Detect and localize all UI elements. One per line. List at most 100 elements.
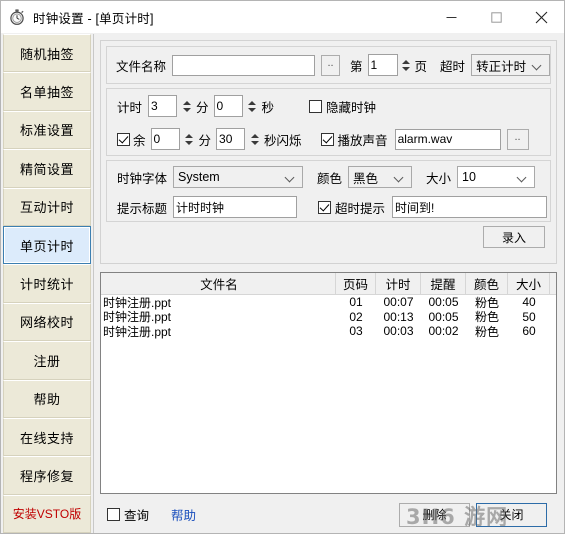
column-header-alert[interactable]: 提醒 bbox=[421, 273, 466, 294]
column-header-page[interactable]: 页码 bbox=[336, 273, 376, 294]
query-checkbox[interactable] bbox=[107, 508, 120, 521]
browse-sound-button[interactable]: .. bbox=[506, 128, 529, 150]
filename-label: 文件名称 bbox=[116, 59, 167, 74]
cell-page: 01 bbox=[349, 295, 363, 310]
sidebar: 随机抽签 名单抽签 标准设置 精简设置 互动计时 单页计时 计时统计 网络校时 … bbox=[1, 34, 94, 534]
font-select-value: System bbox=[178, 170, 220, 184]
tip-title-input[interactable] bbox=[173, 196, 298, 218]
cell-alert: 00:05 bbox=[428, 295, 459, 310]
sidebar-item-label: 在线支持 bbox=[19, 430, 74, 446]
window-controls bbox=[429, 1, 564, 33]
sidebar-item-random-draw[interactable]: 随机抽签 bbox=[3, 34, 91, 73]
sidebar-item-label: 精简设置 bbox=[19, 161, 74, 177]
records-listview[interactable]: 文件名 页码 计时 提醒 颜色 大小 时钟注册.ppt 01 00:07 00:… bbox=[100, 272, 557, 494]
count-minutes-stepper[interactable] bbox=[180, 95, 193, 117]
maximize-button[interactable] bbox=[474, 1, 519, 33]
sidebar-item-list-draw[interactable]: 名单抽签 bbox=[3, 72, 91, 111]
count-seconds-input[interactable] bbox=[213, 95, 243, 117]
title-bar: 时钟设置 - [单页计时] bbox=[1, 1, 564, 34]
column-header-color[interactable]: 颜色 bbox=[466, 273, 508, 294]
font-select[interactable]: System bbox=[173, 166, 304, 188]
main-content: 文件名称 .. 第 页 超时 转正计时 bbox=[94, 34, 564, 533]
sidebar-item-standard-settings[interactable]: 标准设置 bbox=[3, 110, 91, 150]
sidebar-item-label: 随机抽签 bbox=[19, 46, 74, 62]
hide-clock-checkbox[interactable] bbox=[309, 99, 323, 113]
sidebar-item-program-repair[interactable]: 程序修复 bbox=[3, 456, 91, 495]
page-number-stepper[interactable] bbox=[401, 54, 412, 76]
column-header-filename[interactable]: 文件名 bbox=[101, 273, 336, 294]
sidebar-item-install-vsto[interactable]: 安装VSTO版 bbox=[3, 494, 91, 534]
remain-minutes-stepper[interactable] bbox=[183, 128, 196, 150]
sidebar-item-label: 注册 bbox=[33, 353, 61, 369]
browse-file-button[interactable]: .. bbox=[321, 54, 340, 76]
cell-size: 40 bbox=[522, 295, 536, 310]
count-second-label: 秒 bbox=[261, 100, 275, 115]
cell-size: 60 bbox=[522, 324, 536, 339]
close-dialog-button[interactable]: 关闭 bbox=[476, 502, 547, 527]
sound-file-input[interactable] bbox=[394, 128, 501, 150]
help-link[interactable]: 帮助 bbox=[171, 505, 196, 524]
sidebar-item-help[interactable]: 帮助 bbox=[3, 379, 91, 418]
sidebar-item-timing-statistics[interactable]: 计时统计 bbox=[3, 264, 91, 303]
cell-alert: 00:02 bbox=[428, 324, 459, 339]
column-header-timer[interactable]: 计时 bbox=[376, 273, 421, 294]
chevron-down-icon bbox=[518, 173, 527, 182]
color-label: 颜色 bbox=[317, 171, 343, 186]
remain-checkbox[interactable] bbox=[117, 132, 130, 146]
remain-seconds-stepper[interactable] bbox=[248, 128, 261, 150]
remain-minute-label: 分 bbox=[198, 133, 212, 148]
stopwatch-icon bbox=[10, 9, 24, 25]
remain-minutes-input[interactable] bbox=[150, 128, 180, 150]
color-select-value: 黑色 bbox=[353, 171, 379, 186]
size-select[interactable]: 10 bbox=[457, 166, 536, 188]
submit-button[interactable]: 录入 bbox=[483, 226, 545, 248]
play-sound-label: 播放声音 bbox=[337, 133, 388, 148]
app-window: 时钟设置 - [单页计时] 随机抽签 名单抽签 标准设置 精简设置 互动计时 单… bbox=[0, 0, 565, 534]
sidebar-item-online-support[interactable]: 在线支持 bbox=[3, 417, 91, 457]
overtime-tip-input[interactable] bbox=[392, 196, 548, 218]
size-select-value: 10 bbox=[462, 170, 476, 184]
sidebar-item-register[interactable]: 注册 bbox=[3, 341, 91, 380]
cell-timer: 00:07 bbox=[383, 295, 414, 310]
style-group: 时钟字体 System 颜色 黑色 大小 10 提示标题 计时时钟 超时提示 时… bbox=[106, 160, 551, 222]
column-header-size[interactable]: 大小 bbox=[508, 273, 550, 294]
chevron-down-icon bbox=[286, 173, 295, 182]
page-prefix-label: 第 bbox=[349, 59, 363, 74]
remain-label: 余 bbox=[133, 133, 146, 148]
sidebar-item-label: 互动计时 bbox=[19, 200, 74, 216]
cell-timer: 00:03 bbox=[383, 324, 414, 339]
sidebar-item-simple-settings[interactable]: 精简设置 bbox=[3, 149, 91, 188]
sidebar-item-label: 安装VSTO版 bbox=[12, 507, 82, 522]
footer-bar: 查询 帮助 删除 关闭 bbox=[100, 496, 557, 533]
tip-title-label: 提示标题 bbox=[117, 201, 168, 216]
cell-page: 03 bbox=[349, 324, 363, 339]
close-button[interactable] bbox=[519, 1, 564, 33]
chevron-down-icon bbox=[533, 61, 542, 70]
count-seconds-stepper[interactable] bbox=[246, 95, 259, 117]
sidebar-item-single-page-timing[interactable]: 单页计时 bbox=[3, 225, 91, 265]
cell-filename: 时钟注册.ppt bbox=[103, 324, 172, 339]
sidebar-item-interactive-timing[interactable]: 互动计时 bbox=[3, 187, 91, 226]
settings-panel: 文件名称 .. 第 页 超时 转正计时 bbox=[100, 40, 557, 264]
sidebar-item-label: 单页计时 bbox=[19, 238, 74, 254]
overtime-select-value: 转正计时 bbox=[476, 59, 527, 74]
query-label: 查询 bbox=[124, 509, 150, 523]
hide-clock-label: 隐藏时钟 bbox=[326, 100, 377, 115]
delete-button[interactable]: 删除 bbox=[399, 502, 470, 527]
color-select[interactable]: 黑色 bbox=[348, 166, 413, 188]
column-header-spacer bbox=[550, 273, 556, 294]
count-minutes-input[interactable] bbox=[148, 95, 178, 117]
table-row[interactable]: 时钟注册.ppt 03 00:03 00:02 粉色 60 bbox=[101, 324, 556, 339]
remain-seconds-input[interactable] bbox=[216, 128, 246, 150]
cell-page: 02 bbox=[349, 309, 363, 324]
sidebar-item-label: 网络校时 bbox=[19, 315, 74, 331]
play-sound-checkbox[interactable] bbox=[320, 132, 334, 146]
sidebar-item-network-time-sync[interactable]: 网络校时 bbox=[3, 302, 91, 342]
minimize-button[interactable] bbox=[429, 1, 474, 33]
page-number-input[interactable] bbox=[367, 54, 398, 76]
hide-clock-checkbox-row[interactable]: 隐藏时钟 bbox=[309, 97, 376, 116]
overtime-tip-checkbox[interactable] bbox=[318, 200, 332, 214]
overtime-select[interactable]: 转正计时 bbox=[471, 54, 551, 76]
filename-input[interactable] bbox=[172, 54, 316, 76]
window-title: 时钟设置 - [单页计时] bbox=[33, 11, 154, 26]
